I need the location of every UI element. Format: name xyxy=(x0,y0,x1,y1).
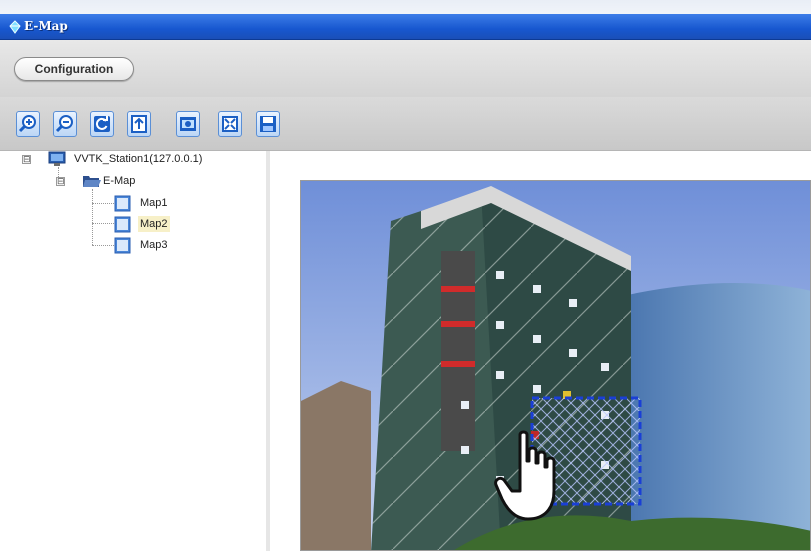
map-icon xyxy=(114,195,131,212)
upload-button[interactable] xyxy=(127,111,151,137)
save-button[interactable] xyxy=(256,111,280,137)
zoom-in-button[interactable] xyxy=(16,111,40,137)
upload-icon xyxy=(131,115,147,133)
station-label: VVTK_Station1(127.0.0.1) xyxy=(74,153,203,165)
station-expander[interactable]: ⊟ xyxy=(22,155,31,164)
map-label: Map1 xyxy=(140,197,168,209)
map-toolbar xyxy=(0,97,811,151)
folder-label: E-Map xyxy=(103,175,136,187)
titlebar-bar[interactable]: E-Map xyxy=(0,14,811,40)
tree-folder-row[interactable]: ⊟ E-Map xyxy=(0,173,270,189)
zoom-out-button[interactable] xyxy=(53,111,77,137)
zoom-out-icon xyxy=(55,115,73,133)
device-tree-panel: ⊟ VVTK_Station1(127.0.0.1) ⊟ E-Map Map1 … xyxy=(0,151,270,551)
map-icon xyxy=(114,216,131,233)
fit-window-button[interactable] xyxy=(218,111,242,137)
fit-window-icon xyxy=(222,116,238,132)
tree-station-row[interactable]: ⊟ VVTK_Station1(127.0.0.1) xyxy=(0,151,270,167)
camera-icon xyxy=(180,117,196,131)
map-icon xyxy=(114,237,131,254)
refresh-icon xyxy=(94,116,110,132)
map-label: Map3 xyxy=(140,239,168,251)
tree-map-item[interactable]: Map1 xyxy=(0,195,270,212)
emap-app-icon xyxy=(9,20,21,34)
map-label: Map2 xyxy=(138,216,170,232)
save-icon xyxy=(260,116,276,132)
window-titlebar: E-Map xyxy=(0,0,811,40)
folder-open-icon xyxy=(83,176,101,187)
map-panel xyxy=(274,151,811,551)
computer-icon xyxy=(48,151,66,166)
building-photo xyxy=(301,181,810,550)
zoom-in-icon xyxy=(18,115,36,133)
map-image[interactable] xyxy=(300,180,811,551)
configuration-button[interactable]: Configuration xyxy=(14,57,134,81)
tree-map-item[interactable]: Map3 xyxy=(0,237,270,254)
camera-button[interactable] xyxy=(176,111,200,137)
folder-expander[interactable]: ⊟ xyxy=(56,177,65,186)
refresh-button[interactable] xyxy=(90,111,114,137)
configuration-area: Configuration xyxy=(0,40,811,97)
window-title: E-Map xyxy=(24,19,68,33)
tree-map-item-selected[interactable]: Map2 xyxy=(0,216,270,233)
